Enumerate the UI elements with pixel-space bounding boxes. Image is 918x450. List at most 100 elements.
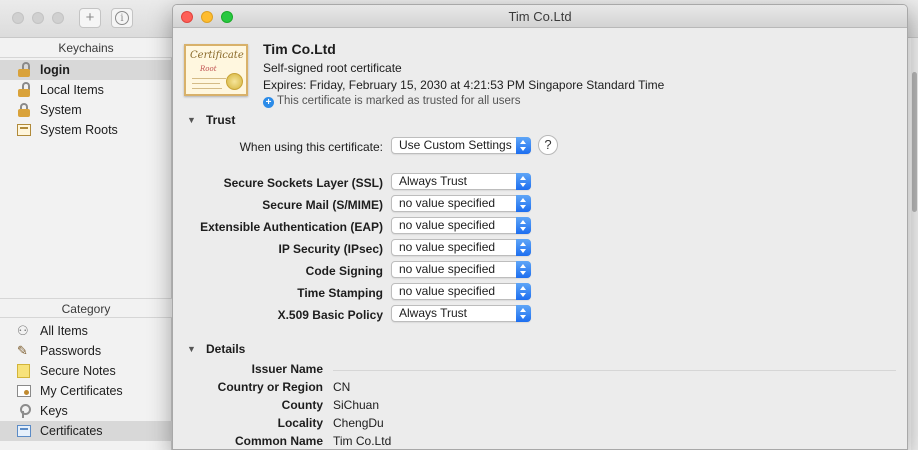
- popup-arrows-icon: [516, 195, 531, 212]
- popup-arrows-icon: [516, 283, 531, 300]
- close-light-inactive[interactable]: [12, 12, 24, 24]
- trust-row-label: IP Security (IPsec): [278, 242, 384, 256]
- popup-arrows-icon: [516, 217, 531, 234]
- trust-popup-x509-basic[interactable]: Always Trust: [391, 305, 531, 322]
- sidebar-item-certificates[interactable]: Certificates: [0, 421, 172, 441]
- popup-arrows-icon: [516, 173, 531, 190]
- trust-row-label: Extensible Authentication (EAP): [200, 220, 383, 234]
- key-icon: [17, 404, 31, 418]
- popup-value: Always Trust: [399, 306, 468, 320]
- divider: [333, 370, 896, 371]
- trust-popup-smime[interactable]: no value specified: [391, 195, 531, 212]
- close-button[interactable]: [181, 11, 193, 23]
- window-titlebar[interactable]: Tim Co.Ltd: [173, 5, 907, 28]
- issuer-name-header: Issuer Name: [251, 362, 323, 376]
- sidebar-item-all-items[interactable]: ⚇ All Items: [0, 321, 172, 341]
- certificate-thumb-title: Certificate: [190, 50, 244, 61]
- add-button[interactable]: +: [79, 8, 101, 28]
- scrollbar-thumb[interactable]: [912, 72, 917, 212]
- when-using-label: When using this certificate:: [239, 140, 383, 154]
- certificate-details-panel: Certificate Root Tim Co.Ltd Self-signed …: [173, 29, 907, 449]
- info-icon: i: [115, 11, 129, 25]
- sidebar-item-login[interactable]: login: [0, 60, 172, 80]
- open-lock-icon: [17, 62, 31, 77]
- details-section-header[interactable]: Details: [206, 342, 245, 356]
- sidebar-item-local-items[interactable]: Local Items: [0, 80, 172, 100]
- disclosure-triangle-icon[interactable]: ▼: [187, 344, 196, 354]
- trust-popup-time-stamping[interactable]: no value specified: [391, 283, 531, 300]
- lock-icon: [17, 82, 31, 97]
- trust-row-label: X.509 Basic Policy: [277, 308, 383, 322]
- detail-value: ChengDu: [333, 416, 384, 430]
- trust-status-text: This certificate is marked as trusted fo…: [277, 95, 521, 107]
- popup-arrows-icon: [516, 239, 531, 256]
- note-icon: [17, 364, 31, 378]
- certificate-thumbnail-icon: Certificate Root: [184, 44, 248, 96]
- my-certificate-icon: [17, 384, 31, 398]
- certificate-name: Tim Co.Ltd: [263, 41, 336, 57]
- category-header: Category: [0, 298, 172, 318]
- plus-circle-icon: +: [263, 97, 274, 108]
- trust-popup-eap[interactable]: no value specified: [391, 217, 531, 234]
- sidebar-item-keys[interactable]: Keys: [0, 401, 172, 421]
- popup-value: no value specified: [399, 284, 496, 298]
- people-icon: ⚇: [17, 323, 29, 338]
- sidebar-item-label: My Certificates: [40, 384, 123, 398]
- trust-row-label: Code Signing: [305, 264, 383, 278]
- sidebar-item-label: login: [40, 63, 70, 77]
- help-button[interactable]: ?: [538, 135, 558, 155]
- certificate-icon: [17, 424, 31, 438]
- popup-value: Use Custom Settings: [399, 138, 512, 152]
- certificate-thumb-line: [192, 88, 222, 89]
- popup-value: no value specified: [399, 196, 496, 210]
- window-title: Tim Co.Ltd: [508, 9, 572, 24]
- popup-value: no value specified: [399, 218, 496, 232]
- minimize-button[interactable]: [201, 11, 213, 23]
- sidebar-item-label: All Items: [40, 324, 88, 338]
- minimize-light-inactive[interactable]: [32, 12, 44, 24]
- detail-label: County: [281, 398, 323, 412]
- pen-icon: ✎: [17, 343, 28, 358]
- popup-arrows-icon: [516, 305, 531, 322]
- keychains-header: Keychains: [0, 38, 172, 58]
- zoom-button[interactable]: [221, 11, 233, 23]
- trust-row-label: Secure Sockets Layer (SSL): [223, 176, 383, 190]
- popup-value: Always Trust: [399, 174, 468, 188]
- trust-row-label: Secure Mail (S/MIME): [262, 198, 383, 212]
- sidebar-item-label: Local Items: [40, 83, 104, 97]
- lock-icon: [17, 103, 31, 117]
- detail-label: Country or Region: [217, 380, 323, 394]
- popup-value: no value specified: [399, 262, 496, 276]
- trust-popup-ipsec[interactable]: no value specified: [391, 239, 531, 256]
- zoom-light-inactive[interactable]: [52, 12, 64, 24]
- trust-popup-ssl[interactable]: Always Trust: [391, 173, 531, 190]
- certificate-expires: Expires: Friday, February 15, 2030 at 4:…: [263, 78, 665, 92]
- sidebar-item-label: Secure Notes: [40, 364, 116, 378]
- sidebar-item-secure-notes[interactable]: Secure Notes: [0, 361, 172, 381]
- sidebar-item-passwords[interactable]: ✎ Passwords: [0, 341, 172, 361]
- certificate-type: Self-signed root certificate: [263, 61, 402, 75]
- detail-label: Common Name: [234, 434, 323, 448]
- detail-label: Locality: [277, 416, 323, 430]
- sidebar-item-label: Keys: [40, 404, 68, 418]
- sidebar-item-label: Certificates: [40, 424, 103, 438]
- plus-icon: +: [85, 9, 95, 26]
- trust-popup-code-signing[interactable]: no value specified: [391, 261, 531, 278]
- trust-status: + This certificate is marked as trusted f…: [263, 95, 521, 108]
- sidebar-item-label: System: [40, 103, 82, 117]
- certificate-thumb-subtitle: Root: [200, 65, 217, 73]
- sidebar-item-label: Passwords: [40, 344, 102, 358]
- trust-section-header[interactable]: Trust: [206, 113, 235, 127]
- detail-value: Tim Co.Ltd: [333, 434, 392, 448]
- sidebar-item-system[interactable]: System: [0, 100, 172, 120]
- info-button[interactable]: i: [111, 8, 133, 28]
- certificate-icon: [17, 123, 31, 137]
- sidebar-item-label: System Roots: [40, 123, 118, 137]
- trust-row-label: Time Stamping: [297, 286, 383, 300]
- certificate-seal-icon: [226, 73, 243, 90]
- sidebar-item-system-roots[interactable]: System Roots: [0, 120, 172, 140]
- popup-arrows-icon: [516, 261, 531, 278]
- disclosure-triangle-icon[interactable]: ▼: [187, 115, 196, 125]
- when-using-popup[interactable]: Use Custom Settings: [391, 137, 531, 154]
- sidebar-item-my-certificates[interactable]: My Certificates: [0, 381, 172, 401]
